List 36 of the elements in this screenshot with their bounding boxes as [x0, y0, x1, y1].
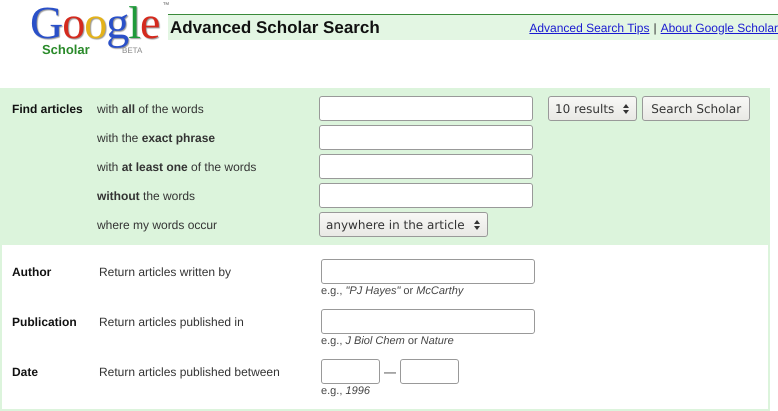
- example-hint: e.g., 1996: [321, 385, 371, 397]
- header-link[interactable]: About Google Scholar: [660, 20, 778, 34]
- criteria-label: Date: [12, 365, 38, 379]
- criteria-label: Publication: [12, 315, 77, 329]
- page-title: Advanced Scholar Search: [170, 18, 380, 38]
- range-dash: —: [384, 364, 396, 378]
- input-field[interactable]: [319, 183, 533, 208]
- input-field[interactable]: [321, 259, 535, 284]
- example-hint: e.g., "PJ Hayes" or McCarthy: [321, 285, 465, 297]
- field-label: with at least one of the words: [97, 160, 258, 174]
- header-link[interactable]: Advanced Search Tips: [529, 20, 650, 34]
- logo-letter: g: [106, 0, 128, 46]
- year-field[interactable]: [400, 359, 459, 384]
- example-hint: e.g., J Biol Chem or Nature: [321, 335, 455, 347]
- input-field[interactable]: [321, 309, 535, 334]
- input-field[interactable]: [319, 125, 533, 150]
- year-field[interactable]: [321, 359, 380, 384]
- field-label: without the words: [97, 188, 196, 202]
- criteria-description: Return articles written by: [99, 265, 232, 279]
- spinner-icon: [622, 102, 630, 114]
- field-label: with all of the words: [97, 102, 205, 116]
- field-label: where my words occur: [97, 218, 218, 232]
- field-label: with the exact phrase: [97, 130, 216, 144]
- criteria-description: Return articles published between: [99, 365, 280, 379]
- logo-letter: l: [128, 0, 140, 46]
- section-label: Find articles: [12, 102, 83, 116]
- search-button[interactable]: Search Scholar: [642, 96, 750, 121]
- dropdown[interactable]: anywhere in the article: [319, 212, 488, 237]
- link-separator: |: [653, 20, 657, 34]
- spinner-icon: [472, 218, 481, 230]
- input-field[interactable]: [319, 96, 533, 121]
- logo-letter: e: [140, 0, 160, 46]
- input-field[interactable]: [319, 154, 533, 179]
- results-dropdown[interactable]: 10 results: [548, 96, 638, 121]
- criteria-label: Author: [12, 265, 52, 279]
- criteria-description: Return articles published in: [99, 315, 244, 329]
